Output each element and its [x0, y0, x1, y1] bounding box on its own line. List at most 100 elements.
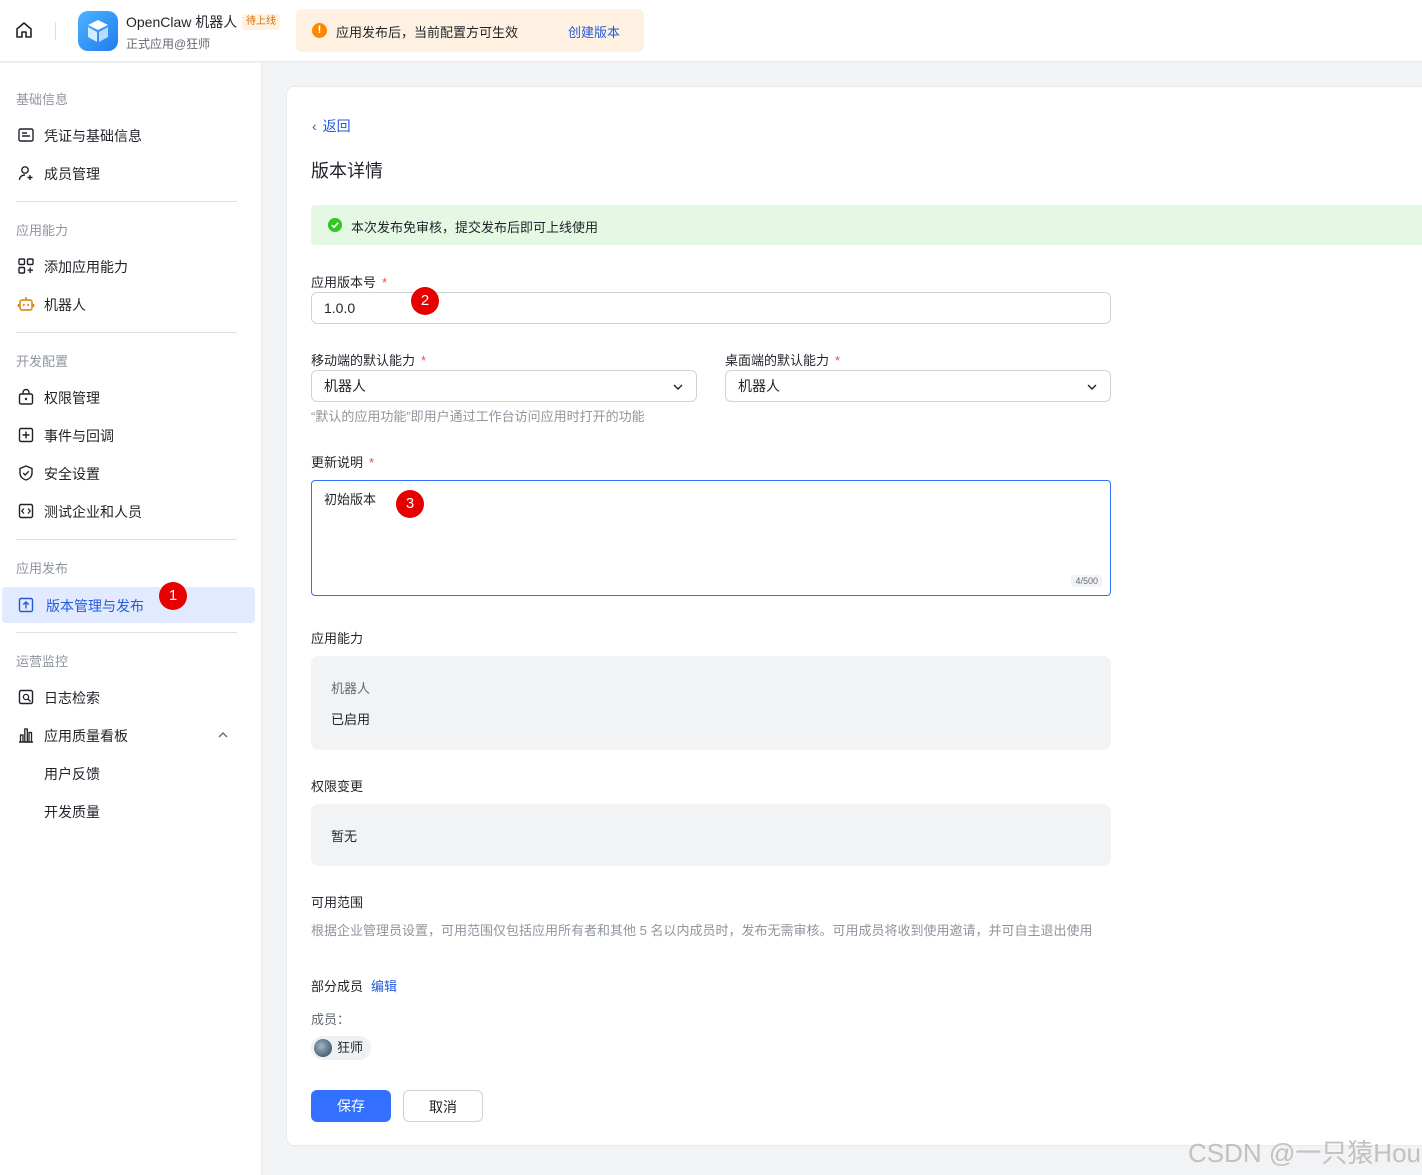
- sidebar-item-label: 机器人: [44, 297, 86, 313]
- publish-notice: ! 应用发布后，当前配置方可生效 创建版本: [296, 9, 644, 52]
- chevron-up-icon[interactable]: [217, 729, 229, 741]
- notes-value: 初始版本: [324, 492, 377, 507]
- permission-box: 暂无: [311, 804, 1111, 866]
- permission-section-label: 权限变更: [311, 779, 364, 794]
- sidebar-item-add-capability[interactable]: 添加应用能力: [0, 248, 253, 284]
- sidebar-item-label: 成员管理: [44, 166, 100, 182]
- cancel-button[interactable]: 取消: [403, 1090, 483, 1122]
- sidebar-item-quality[interactable]: 应用质量看板: [0, 717, 253, 753]
- edit-scope-link[interactable]: 编辑: [371, 979, 397, 994]
- sidebar-item-label: 添加应用能力: [44, 259, 128, 275]
- desktop-capability-label: 桌面端的默认能力 *: [725, 350, 840, 369]
- sidebar-item-bot[interactable]: 机器人: [0, 286, 253, 322]
- grid-add-icon: [18, 258, 34, 274]
- back-link[interactable]: ‹ 返回: [312, 116, 351, 136]
- scope-description: 根据企业管理员设置，可用范围仅包括应用所有者和其他 5 名以内成员时，发布无需审…: [311, 923, 1093, 938]
- sidebar-item-feedback[interactable]: 用户反馈: [0, 755, 253, 791]
- desktop-capability-select[interactable]: 机器人: [725, 370, 1111, 402]
- bar-chart-icon: [19, 728, 33, 743]
- capability-section-label: 应用能力: [311, 631, 364, 646]
- check-circle-icon: [328, 218, 342, 232]
- warning-icon: !: [312, 23, 327, 38]
- sidebar-item-logs[interactable]: 日志检索: [0, 679, 253, 715]
- home-icon[interactable]: [14, 20, 34, 40]
- scope-value-line: 部分成员 编辑: [311, 976, 397, 995]
- back-label: 返回: [322, 118, 351, 134]
- app-name: OpenClaw 机器人: [126, 14, 238, 30]
- page-title: 版本详情: [311, 161, 383, 181]
- sidebar-divider: [16, 539, 237, 540]
- status-badge: 待上线: [242, 14, 280, 30]
- sidebar-item-credentials[interactable]: 凭证与基础信息: [0, 117, 253, 153]
- sidebar-item-label: 权限管理: [44, 390, 100, 406]
- sidebar-item-label: 事件与回调: [44, 428, 114, 444]
- top-bar: OpenClaw 机器人 待上线 正式应用@狂师 ! 应用发布后，当前配置方可生…: [0, 0, 1422, 62]
- save-button[interactable]: 保存: [311, 1090, 391, 1122]
- annotation-marker-3: 3: [396, 490, 424, 518]
- version-label: 应用版本号 *: [311, 272, 387, 291]
- sidebar-item-label: 测试企业和人员: [44, 504, 142, 520]
- sidebar-item-label: 日志检索: [44, 690, 100, 706]
- default-capability-hint: “默认的应用功能”即用户通过工作台访问应用时打开的功能: [311, 409, 645, 424]
- success-alert: 本次发布免审核，提交发布后即可上线使用: [311, 205, 1422, 245]
- section-title-capability: 应用能力: [16, 223, 69, 238]
- sidebar-item-label: 应用质量看板: [44, 728, 128, 744]
- create-version-link[interactable]: 创建版本: [568, 22, 620, 41]
- sidebar-divider: [16, 201, 237, 202]
- required-mark: *: [421, 353, 427, 368]
- sidebar-item-label: 开发质量: [44, 804, 100, 820]
- capability-name: 机器人: [331, 681, 371, 696]
- watermark: CSDN @一只猿Hou: [1188, 1138, 1421, 1168]
- code-icon: [18, 503, 34, 519]
- notes-label-text: 更新说明: [311, 455, 364, 470]
- section-title-publish: 应用发布: [16, 561, 69, 576]
- sidebar-divider: [16, 632, 237, 633]
- success-text: 本次发布免审核，提交发布后即可上线使用: [351, 220, 599, 235]
- section-title-dev: 开发配置: [16, 354, 69, 369]
- sidebar-item-label: 版本管理与发布: [46, 598, 144, 614]
- upload-icon: [18, 597, 34, 613]
- shield-icon: [19, 465, 33, 481]
- mobile-capability-select[interactable]: 机器人: [311, 370, 697, 402]
- version-detail-panel: [286, 86, 1422, 1146]
- sidebar-item-test[interactable]: 测试企业和人员: [0, 493, 253, 529]
- scope-section-label: 可用范围: [311, 895, 364, 910]
- char-counter: 4/500: [1071, 575, 1102, 587]
- required-mark: *: [835, 353, 841, 368]
- lock-icon: [18, 388, 34, 405]
- notice-text: 应用发布后，当前配置方可生效: [336, 25, 519, 40]
- topbar-divider: [55, 22, 56, 40]
- member-chip: 狂师: [311, 1036, 372, 1060]
- event-plus-icon: [18, 427, 34, 443]
- sidebar-item-members[interactable]: 成员管理: [0, 155, 253, 191]
- capability-box: 机器人 已启用: [311, 656, 1111, 750]
- avatar: [314, 1039, 332, 1057]
- sidebar-item-security[interactable]: 安全设置: [0, 455, 253, 491]
- user-add-icon: [18, 166, 33, 181]
- sidebar: 基础信息 凭证与基础信息 成员管理 应用能力 添加应用能力 机器人 开发配置 权…: [0, 63, 262, 1175]
- permission-value: 暂无: [331, 829, 358, 844]
- id-card-icon: [18, 128, 34, 142]
- required-mark: *: [369, 455, 375, 470]
- scope-value: 部分成员: [311, 979, 364, 994]
- section-title-ops: 运营监控: [16, 654, 69, 669]
- annotation-marker-1: 1: [159, 582, 187, 610]
- sidebar-item-versions[interactable]: 版本管理与发布: [2, 587, 255, 623]
- sidebar-item-permissions[interactable]: 权限管理: [0, 379, 253, 415]
- sidebar-item-label: 用户反馈: [44, 766, 100, 782]
- chevron-down-icon: [1087, 384, 1097, 390]
- mobile-label-text: 移动端的默认能力: [311, 353, 416, 368]
- sidebar-item-events[interactable]: 事件与回调: [0, 417, 253, 453]
- mobile-select-value: 机器人: [324, 378, 366, 394]
- notes-label: 更新说明 *: [311, 452, 374, 471]
- desktop-label-text: 桌面端的默认能力: [725, 353, 830, 368]
- member-name: 狂师: [337, 1040, 364, 1055]
- sidebar-item-label: 凭证与基础信息: [44, 128, 142, 144]
- sidebar-item-label: 安全设置: [44, 466, 100, 482]
- capability-status: 已启用: [331, 712, 371, 727]
- update-notes-textarea[interactable]: 初始版本 4/500: [311, 480, 1111, 596]
- annotation-marker-2: 2: [411, 287, 439, 315]
- cube-icon: [88, 20, 108, 42]
- sidebar-divider: [16, 332, 237, 333]
- sidebar-item-dev-quality[interactable]: 开发质量: [0, 793, 253, 829]
